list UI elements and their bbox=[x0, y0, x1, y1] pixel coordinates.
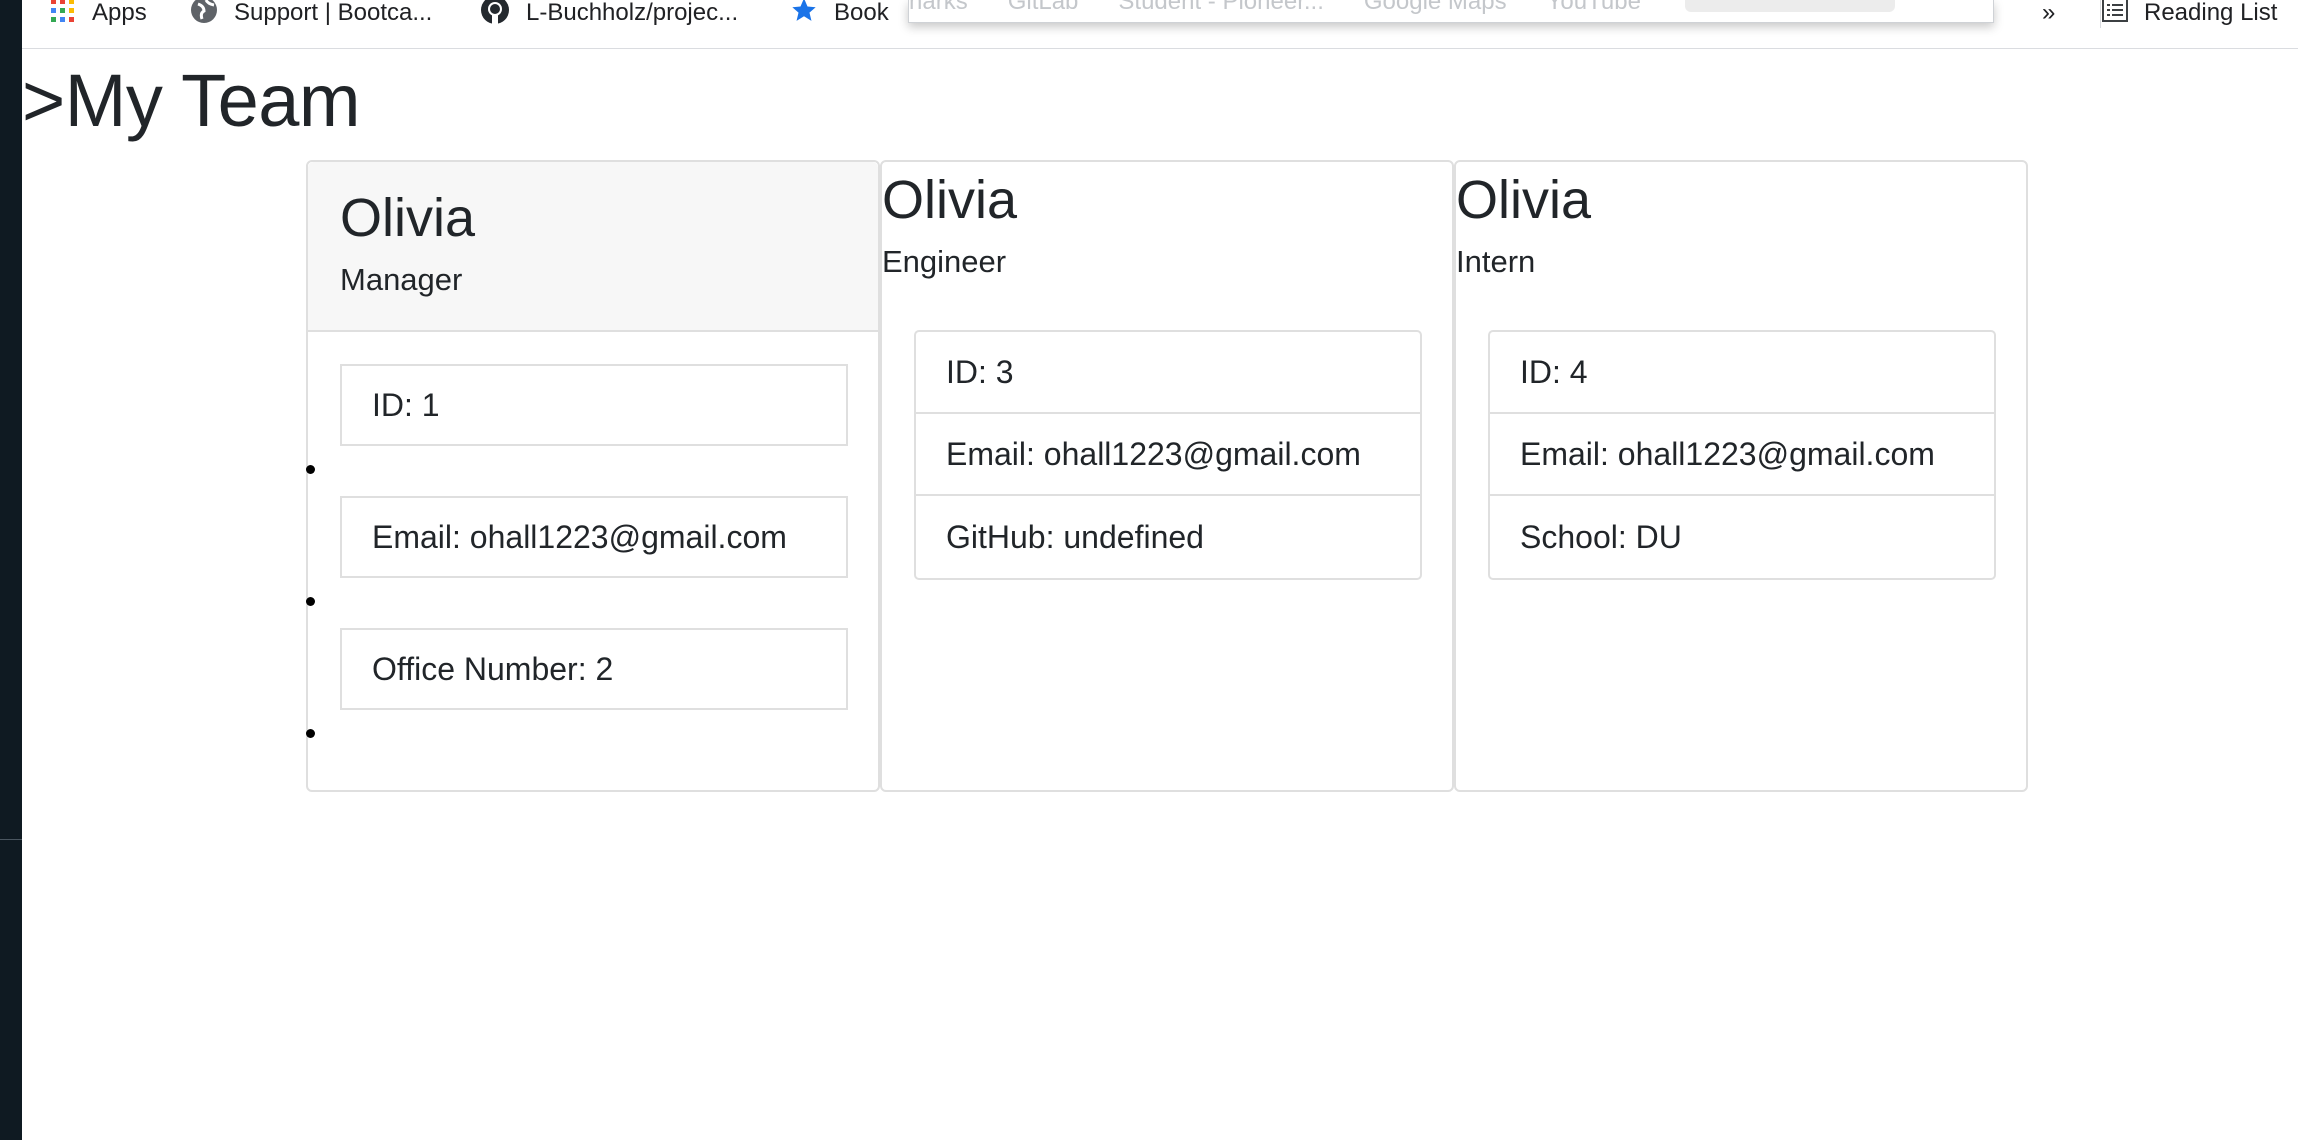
apps-grid-icon bbox=[50, 0, 76, 29]
bookmarks-dropdown-popup: narks GitLab Student - Pioneer... Google… bbox=[908, 0, 1994, 23]
faded-bookmark: GitLab bbox=[1007, 0, 1079, 15]
detail-id: ID: 1 bbox=[306, 364, 848, 474]
card-header: Olivia Intern bbox=[1456, 162, 2026, 330]
employee-role: Intern bbox=[1456, 244, 1536, 279]
detail-email[interactable]: Email: ohall1223@gmail.com bbox=[916, 414, 1420, 496]
bookmark-label: Apps bbox=[92, 0, 147, 26]
card-header: Olivia Engineer bbox=[882, 162, 1452, 330]
bookmark-apps[interactable]: Apps bbox=[50, 0, 147, 26]
detail-email[interactable]: Email: ohall1223@gmail.com bbox=[1490, 414, 1994, 496]
detail-email[interactable]: Email: ohall1223@gmail.com bbox=[306, 496, 848, 606]
reading-list-button[interactable]: Reading List bbox=[2102, 0, 2277, 26]
employee-name: Olivia bbox=[882, 170, 1018, 230]
star-icon bbox=[790, 0, 818, 31]
employee-role: Engineer bbox=[882, 244, 1007, 279]
team-cards: Olivia Manager ID: 1 Email: ohall1223@gm… bbox=[306, 160, 2028, 792]
faded-bookmark: Google Maps bbox=[1363, 0, 1507, 15]
detail-school: School: DU bbox=[1520, 518, 1682, 555]
faded-bookmark: YouTube bbox=[1546, 0, 1641, 15]
faded-bookmark: narks bbox=[909, 0, 968, 15]
bookmark-github-project[interactable]: L-Buchholz/projec... bbox=[480, 0, 738, 26]
detail-id: ID: 4 bbox=[1490, 332, 1994, 414]
window-edge bbox=[0, 0, 22, 1140]
detail-id: ID: 3 bbox=[916, 332, 1420, 414]
employee-details: ID: 1 Email: ohall1223@gmail.com Office … bbox=[306, 364, 848, 760]
bookmark-bookmarks-folder[interactable]: Book bbox=[790, 0, 889, 26]
employee-details: ID: 3 Email: ohall1223@gmail.com GitHub:… bbox=[914, 330, 1422, 580]
employee-name: Olivia bbox=[1456, 170, 1592, 230]
bookmark-label: Book bbox=[834, 0, 889, 26]
detail-github[interactable]: GitHub: undefined bbox=[916, 496, 1420, 578]
employee-card-intern: Olivia Intern ID: 4 Email: ohall1223@gma… bbox=[1454, 160, 2028, 792]
employee-details: ID: 4 Email: ohall1223@gmail.com School:… bbox=[1488, 330, 1996, 580]
divider bbox=[2100, 0, 2101, 28]
bookmarks-bar: Apps Support | Bootca... L-Buchholz/proj… bbox=[22, 0, 2298, 49]
employee-role: Manager bbox=[340, 262, 463, 297]
faded-bookmark: Student - Pioneer... bbox=[1118, 0, 1324, 15]
page-title: >My Team bbox=[22, 59, 361, 142]
bookmarks-overflow-button[interactable]: » bbox=[2042, 0, 2055, 26]
card-header: Olivia Manager bbox=[308, 162, 878, 332]
bookmark-label: L-Buchholz/projec... bbox=[526, 0, 739, 26]
detail-office-number: Office Number: 2 bbox=[306, 628, 848, 738]
reading-list-icon bbox=[2102, 0, 2128, 29]
employee-card-manager: Olivia Manager ID: 1 Email: ohall1223@gm… bbox=[306, 160, 880, 792]
employee-name: Olivia bbox=[340, 188, 476, 248]
bookmark-support[interactable]: Support | Bootca... bbox=[190, 0, 432, 26]
chevron-double-right-icon: » bbox=[2042, 0, 2056, 26]
reading-list-label: Reading List bbox=[2144, 0, 2278, 26]
employee-card-engineer: Olivia Engineer ID: 3 Email: ohall1223@g… bbox=[880, 160, 1454, 792]
globe-icon bbox=[190, 0, 218, 31]
github-icon bbox=[480, 0, 510, 32]
bookmark-label: Support | Bootca... bbox=[234, 0, 433, 26]
